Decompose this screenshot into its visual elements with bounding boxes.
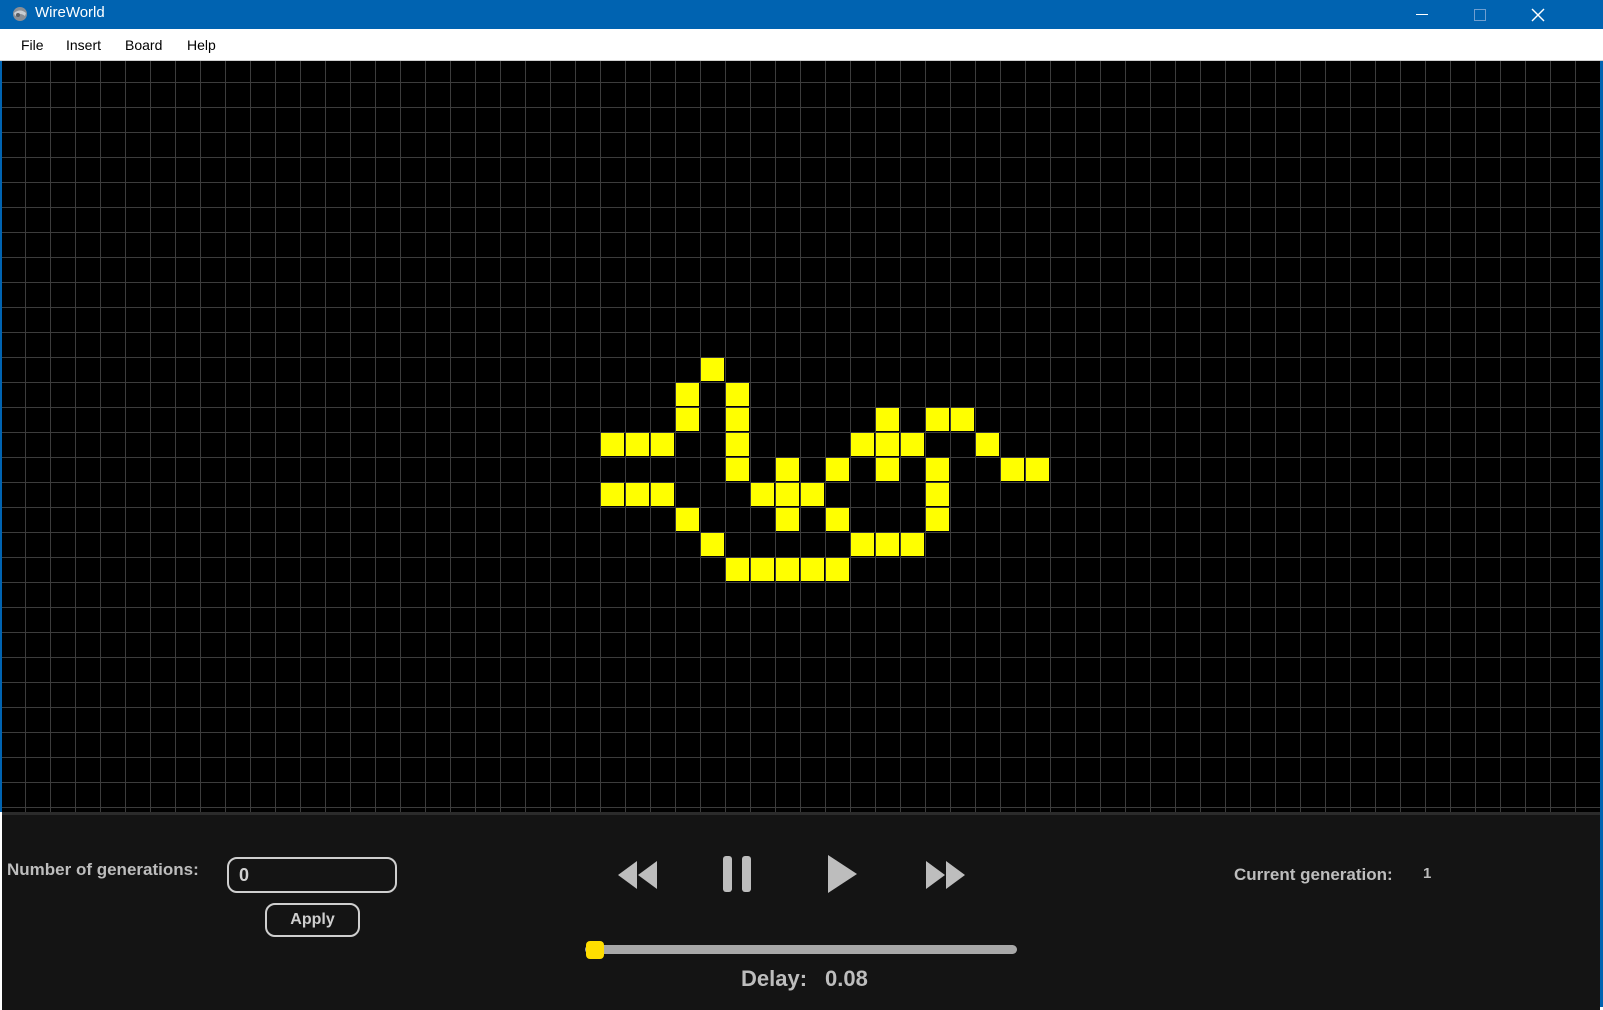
board-cell[interactable] bbox=[1001, 458, 1024, 481]
minimize-button[interactable] bbox=[1393, 0, 1451, 29]
board-cell[interactable] bbox=[826, 458, 849, 481]
board-cell[interactable] bbox=[701, 358, 724, 381]
board-cell[interactable] bbox=[801, 483, 824, 506]
menu-board[interactable]: Board bbox=[125, 36, 162, 54]
current-generation-label: Current generation: bbox=[1234, 865, 1393, 884]
board-cell[interactable] bbox=[651, 433, 674, 456]
board-cell[interactable] bbox=[726, 558, 749, 581]
maximize-icon bbox=[1474, 8, 1486, 21]
board-cell[interactable] bbox=[726, 433, 749, 456]
board-cell[interactable] bbox=[876, 433, 899, 456]
board-cell[interactable] bbox=[851, 533, 874, 556]
board-cell[interactable] bbox=[776, 558, 799, 581]
board-cell[interactable] bbox=[851, 433, 874, 456]
board-cell[interactable] bbox=[726, 458, 749, 481]
board-cell[interactable] bbox=[826, 508, 849, 531]
app-icon bbox=[13, 7, 27, 21]
board-cell[interactable] bbox=[951, 408, 974, 431]
board-cell[interactable] bbox=[901, 433, 924, 456]
menu-insert[interactable]: Insert bbox=[66, 36, 101, 54]
app-window: WireWorld File Insert Board Help Number … bbox=[0, 0, 1603, 1010]
board-cell[interactable] bbox=[1026, 458, 1049, 481]
board-cell[interactable] bbox=[926, 408, 949, 431]
board-cell[interactable] bbox=[876, 533, 899, 556]
board-cell[interactable] bbox=[826, 558, 849, 581]
board-cell[interactable] bbox=[876, 408, 899, 431]
fast-forward-icon bbox=[926, 861, 965, 889]
pause-button[interactable] bbox=[717, 851, 757, 897]
board-cell[interactable] bbox=[601, 483, 624, 506]
play-icon bbox=[828, 855, 857, 893]
board-cell[interactable] bbox=[751, 558, 774, 581]
apply-button[interactable]: Apply bbox=[265, 903, 360, 937]
maximize-button[interactable] bbox=[1451, 0, 1509, 29]
controls-panel: Number of generations: Apply bbox=[2, 812, 1600, 1010]
fast-forward-button[interactable] bbox=[922, 855, 970, 895]
title-bar: WireWorld bbox=[0, 0, 1603, 29]
rewind-button[interactable] bbox=[614, 855, 662, 895]
board-cell[interactable] bbox=[876, 458, 899, 481]
board-cell[interactable] bbox=[976, 433, 999, 456]
board-cell[interactable] bbox=[926, 458, 949, 481]
wireworld-board[interactable] bbox=[2, 61, 1600, 812]
board-cell[interactable] bbox=[676, 383, 699, 406]
board-cell[interactable] bbox=[626, 433, 649, 456]
menu-help[interactable]: Help bbox=[187, 36, 216, 54]
window-title: WireWorld bbox=[35, 4, 105, 21]
board-cell[interactable] bbox=[801, 558, 824, 581]
generations-label: Number of generations: bbox=[7, 860, 199, 879]
board-cell[interactable] bbox=[601, 433, 624, 456]
delay-slider-track[interactable] bbox=[585, 945, 1017, 954]
board-cell[interactable] bbox=[726, 383, 749, 406]
board-cell[interactable] bbox=[776, 508, 799, 531]
rewind-icon bbox=[618, 861, 657, 889]
board-cell[interactable] bbox=[676, 408, 699, 431]
board-cell[interactable] bbox=[726, 408, 749, 431]
menu-bar: File Insert Board Help bbox=[0, 29, 1603, 61]
generations-input[interactable] bbox=[227, 857, 397, 893]
delay-value: 0.08 bbox=[825, 966, 868, 991]
pause-icon bbox=[723, 856, 751, 892]
delay-slider-thumb[interactable] bbox=[586, 941, 604, 959]
board-cell[interactable] bbox=[926, 483, 949, 506]
current-generation-value: 1 bbox=[1423, 865, 1432, 882]
close-icon bbox=[1531, 8, 1545, 21]
board-cell[interactable] bbox=[751, 483, 774, 506]
close-button[interactable] bbox=[1509, 0, 1567, 29]
board-cell[interactable] bbox=[626, 483, 649, 506]
play-button[interactable] bbox=[822, 851, 862, 897]
board-cell[interactable] bbox=[701, 533, 724, 556]
board-cell[interactable] bbox=[901, 533, 924, 556]
board-cell[interactable] bbox=[676, 508, 699, 531]
board-cell[interactable] bbox=[926, 508, 949, 531]
minimize-icon bbox=[1416, 13, 1428, 15]
delay-label: Delay: bbox=[741, 966, 808, 991]
menu-file[interactable]: File bbox=[21, 36, 44, 54]
board-cell[interactable] bbox=[776, 458, 799, 481]
board-cell[interactable] bbox=[776, 483, 799, 506]
board-cell[interactable] bbox=[651, 483, 674, 506]
